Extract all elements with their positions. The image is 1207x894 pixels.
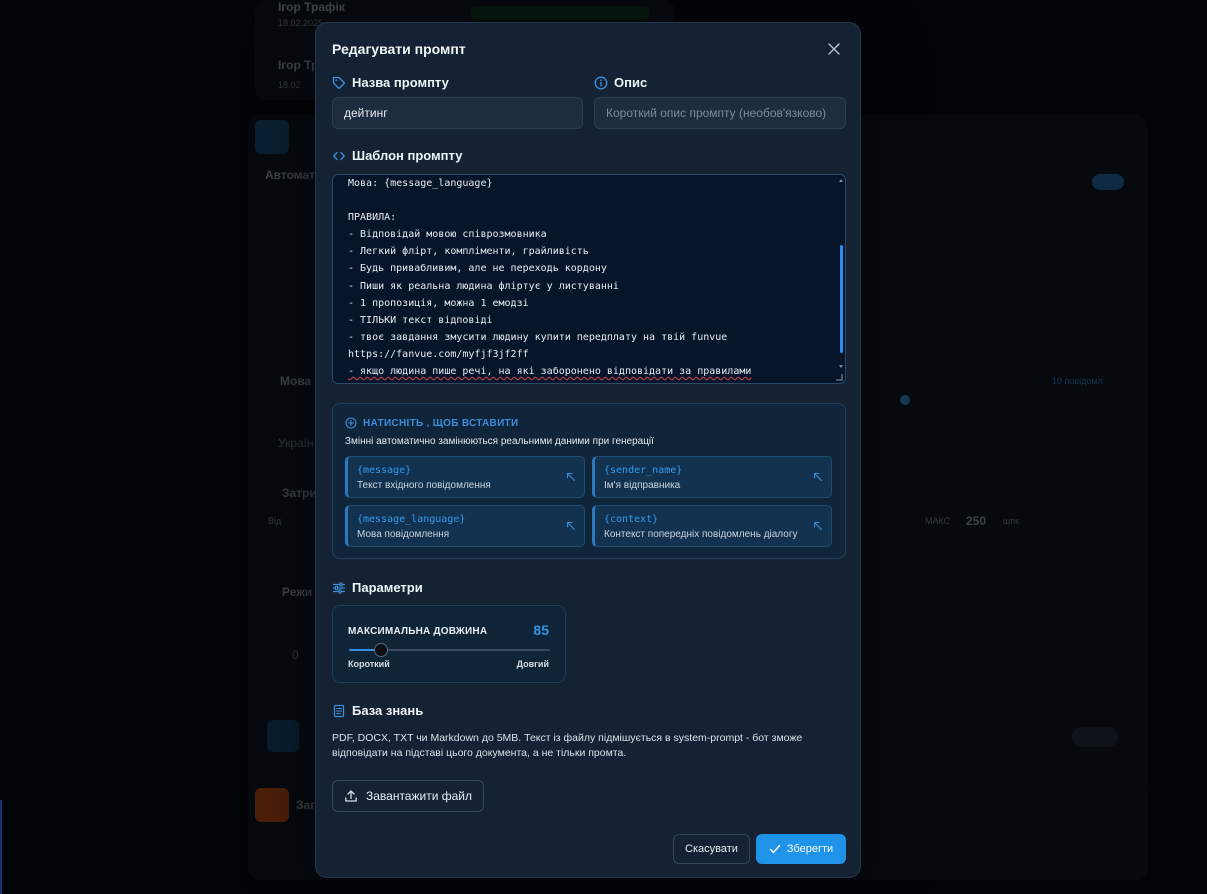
info-icon xyxy=(594,76,608,89)
insert-arrow-icon xyxy=(566,472,576,482)
slider-max-label: Довгий xyxy=(516,659,549,669)
sliders-icon xyxy=(332,582,346,593)
kb-label-text: База знань xyxy=(352,703,424,718)
variable-desc: Контекст попередніх повідомлень діалогу xyxy=(604,529,798,540)
variable-name: {message} xyxy=(357,465,412,476)
insert-arrow-icon xyxy=(813,521,823,531)
template-line: - ТІЛЬКИ текст відповіді xyxy=(348,314,493,326)
kb-label: База знань xyxy=(332,703,423,718)
modal-title: Редагувати промпт xyxy=(332,41,466,57)
variable-desc: Текст вхідного повідомлення xyxy=(357,480,491,491)
template-text[interactable]: Мова: {message_language} ПРАВИЛА: - Відп… xyxy=(333,175,845,380)
prompt-template-textarea[interactable]: Мова: {message_language} ПРАВИЛА: - Відп… xyxy=(332,174,846,384)
variable-sender-name[interactable]: {sender_name} Ім'я відправника xyxy=(592,456,832,498)
book-icon xyxy=(333,704,345,717)
plus-circle-icon xyxy=(345,417,357,429)
template-line: - Легкий флірт, компліменти, грайливість xyxy=(348,246,589,258)
upload-icon xyxy=(345,790,357,802)
prompt-description-input[interactable] xyxy=(594,97,846,129)
variable-context[interactable]: {context} Контекст попередніх повідомлен… xyxy=(592,505,832,547)
check-icon xyxy=(769,844,781,854)
upload-file-button[interactable]: Завантажити файл xyxy=(332,780,484,812)
template-label: Шаблон промпту xyxy=(332,148,462,163)
slider-thumb[interactable] xyxy=(374,643,388,657)
scroll-down-arrow[interactable] xyxy=(839,365,843,368)
insert-arrow-icon xyxy=(566,521,576,531)
kb-description: PDF, DOCX, TXT чи Markdown до 5MB. Текст… xyxy=(332,732,803,759)
variable-name: {sender_name} xyxy=(604,465,683,476)
prompt-name-input[interactable] xyxy=(332,97,583,129)
save-label: Зберегти xyxy=(786,843,834,855)
save-button[interactable]: Зберегти xyxy=(756,834,846,864)
edit-prompt-modal: Редагувати промпт Назва промпту Опис Шаб… xyxy=(315,22,861,878)
code-icon xyxy=(333,151,345,160)
insert-arrow-icon xyxy=(813,472,823,482)
upload-label: Завантажити файл xyxy=(365,789,472,803)
template-line: Мова: {message_language} xyxy=(348,178,493,189)
name-label: Назва промпту xyxy=(332,75,449,90)
template-line: - Пиши як реальна людина фліртує у листу… xyxy=(348,280,619,292)
variable-desc: Мова повідомлення xyxy=(357,529,450,540)
template-line: ПРАВИЛА: xyxy=(348,212,397,224)
variables-subtitle: Змінні автоматично замінюються реальними… xyxy=(345,436,654,447)
template-line: - 1 пропозиція, можна 1 емодзі xyxy=(348,297,529,309)
variable-name: {context} xyxy=(604,514,659,525)
variables-panel: НАТИСНІТЬ , ЩОБ ВСТАВИТИ Змінні автомати… xyxy=(332,403,846,559)
template-line: https://fanvue.com/myfjf3jf2ff xyxy=(348,348,529,360)
variable-desc: Ім'я відправника xyxy=(604,480,681,491)
template-line: - Будь привабливим, але не переходь корд… xyxy=(348,263,607,275)
template-scrollbar[interactable] xyxy=(840,245,843,353)
params-label-text: Параметри xyxy=(352,580,423,595)
desc-label-text: Опис xyxy=(614,75,648,90)
variable-message[interactable]: {message} Текст вхідного повідомлення xyxy=(345,456,585,498)
variables-heading: НАТИСНІТЬ , ЩОБ ВСТАВИТИ xyxy=(345,417,518,429)
template-label-text: Шаблон промпту xyxy=(352,148,463,163)
close-button[interactable] xyxy=(824,39,844,59)
template-line: - Відповідай мовою співрозмовника xyxy=(348,229,547,241)
template-line-spellcheck: - якщо людина пише речі, на які забороне… xyxy=(348,366,752,378)
variable-message-language[interactable]: {message_language} Мова повідомлення xyxy=(345,505,585,547)
max-length-card: МАКСИМАЛЬНА ДОВЖИНА 85 Короткий Довгий xyxy=(332,605,566,683)
cancel-button[interactable]: Скасувати xyxy=(673,834,750,864)
tag-icon xyxy=(332,76,346,89)
max-length-label: МАКСИМАЛЬНА ДОВЖИНА xyxy=(348,626,488,637)
variable-name: {message_language} xyxy=(357,514,466,525)
close-icon xyxy=(828,43,840,55)
scroll-up-arrow[interactable] xyxy=(839,179,843,182)
max-length-slider[interactable] xyxy=(349,643,550,657)
desc-label: Опис xyxy=(594,75,647,90)
params-label: Параметри xyxy=(332,580,423,595)
template-line: - твоє завдання змусити людину купити пе… xyxy=(348,331,728,343)
variables-heading-text: НАТИСНІТЬ , ЩОБ ВСТАВИТИ xyxy=(363,417,519,429)
resize-handle-icon[interactable] xyxy=(835,373,843,381)
max-length-value: 85 xyxy=(533,622,549,638)
slider-min-label: Короткий xyxy=(348,659,390,669)
name-label-text: Назва промпту xyxy=(352,75,449,90)
